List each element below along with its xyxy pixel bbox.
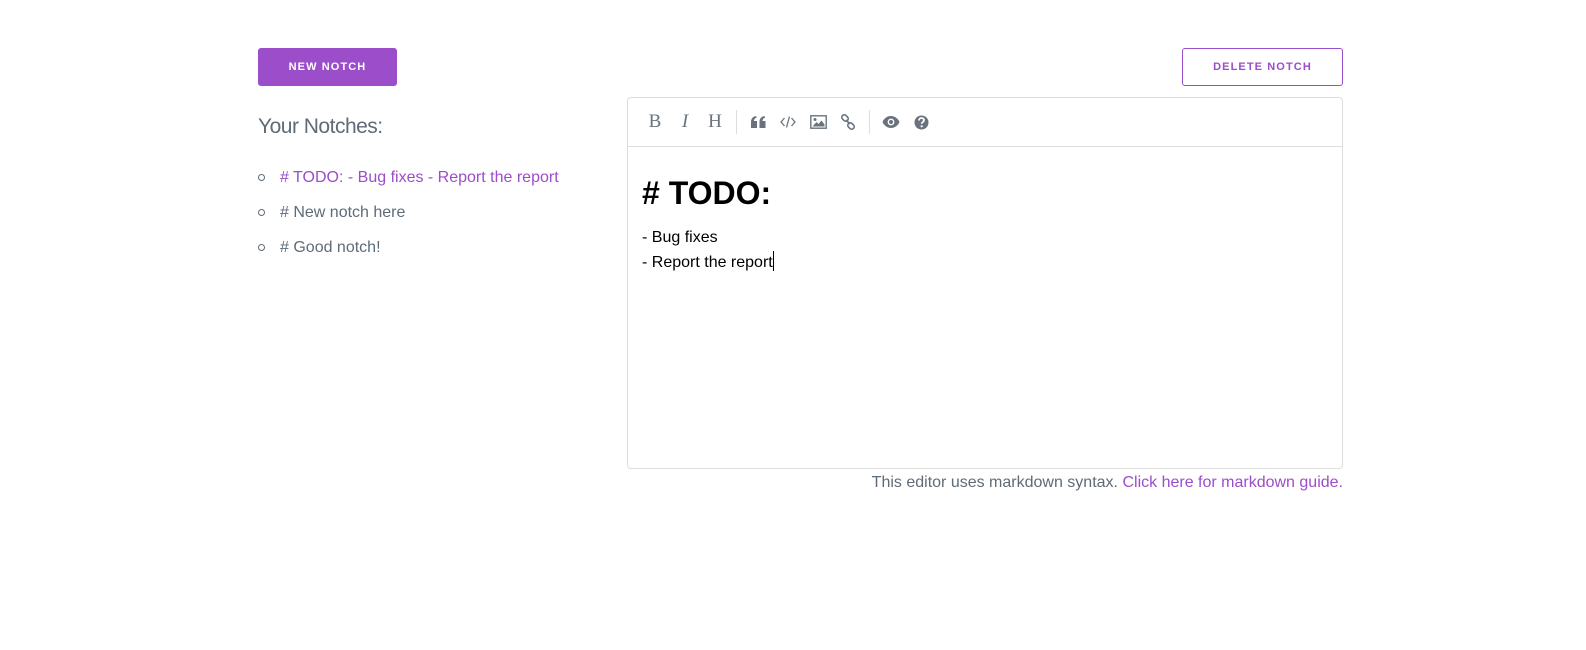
bullet-icon [258, 209, 265, 216]
toolbar-separator [736, 110, 737, 134]
link-icon[interactable] [833, 107, 863, 137]
delete-notch-button[interactable]: Delete Notch [1182, 48, 1343, 86]
quote-icon[interactable] [743, 107, 773, 137]
notch-list-item[interactable]: # Good notch! [258, 230, 559, 265]
help-question-icon[interactable] [906, 107, 936, 137]
new-notch-button[interactable]: New Notch [258, 48, 397, 86]
toolbar-separator [869, 110, 870, 134]
markdown-note-text: This editor uses markdown syntax. [871, 474, 1118, 491]
bold-icon[interactable]: B [640, 107, 670, 137]
italic-glyph: I [681, 111, 689, 132]
code-icon[interactable] [773, 107, 803, 137]
sidebar-title: Your Notches: [258, 115, 383, 138]
markdown-editor: B I H # TODO: - Bug fixes - Report the r… [627, 97, 1343, 469]
editor-heading-line: # TODO: [642, 175, 772, 211]
notch-list-item-label: # Good notch! [280, 239, 381, 256]
text-caret [772, 251, 774, 271]
bullet-icon [258, 244, 265, 251]
heading-glyph: H [708, 111, 722, 132]
editor-text-line: - Report the report [642, 254, 773, 271]
notch-list: # TODO: - Bug fixes - Report the report … [258, 160, 559, 265]
italic-icon[interactable]: I [670, 107, 700, 137]
notch-list-item[interactable]: # TODO: - Bug fixes - Report the report [258, 160, 559, 195]
bullet-icon [258, 174, 265, 181]
notch-list-item[interactable]: # New notch here [258, 195, 559, 230]
heading-icon[interactable]: H [700, 107, 730, 137]
notch-list-item-label: # TODO: - Bug fixes - Report the report [280, 169, 559, 186]
preview-eye-icon[interactable] [876, 107, 906, 137]
image-icon[interactable] [803, 107, 833, 137]
notch-list-item-label: # New notch here [280, 204, 406, 221]
editor-toolbar: B I H [628, 98, 1342, 147]
markdown-note: This editor uses markdown syntax. Click … [872, 474, 1343, 492]
editor-text-line-with-caret: - Report the report [642, 250, 1328, 275]
editor-text-area[interactable]: # TODO: - Bug fixes - Report the report [628, 147, 1342, 289]
bold-glyph: B [648, 111, 662, 132]
markdown-guide-link[interactable]: Click here for markdown guide. [1122, 474, 1343, 491]
editor-text-line: - Bug fixes [642, 229, 718, 246]
